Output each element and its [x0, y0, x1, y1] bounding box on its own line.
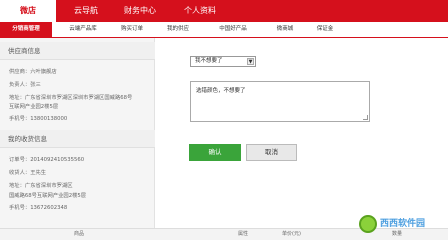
watermark-text: 西西软件园 — [380, 219, 426, 229]
tab-cloud-nav[interactable]: 云导航 — [62, 0, 110, 22]
supplier-name: 供应商：六叶旗舰店 — [9, 69, 57, 75]
site-watermark: 西西软件园 — [359, 214, 447, 236]
subnav-my-supply[interactable]: 我的供应 — [160, 22, 196, 37]
resize-grip-icon[interactable] — [363, 115, 368, 120]
tab-profile[interactable]: 个人资料 — [172, 0, 228, 22]
col-attribute: 属性 — [238, 231, 249, 237]
sub-nav: 分销商管理 云端产品库 购买订单 我的供应 中国好产品 微商城 保证金 — [0, 22, 448, 38]
top-nav: 微店 云导航 财务中心 个人资料 — [0, 0, 448, 22]
tab-weidian[interactable]: 微店 — [0, 0, 56, 22]
subnav-distributor-mgmt[interactable]: 分销商管理 — [0, 22, 52, 37]
receiver-address-line2: 国威路68号互联网产业园2楼5层 — [9, 193, 87, 199]
subnav-deposit[interactable]: 保证金 — [308, 22, 342, 37]
reason-textarea[interactable]: 选错颜色，不想要了 — [190, 81, 370, 122]
subnav-wei-mall[interactable]: 微商城 — [268, 22, 302, 37]
chevron-down-icon[interactable]: ▼ — [247, 58, 254, 65]
supplier-address-line2: 互联网产业园2楼5层 — [9, 104, 59, 110]
refund-form: 我不想要了 ▼ 选错颜色，不想要了 确认 取消 — [156, 38, 448, 228]
subnav-china-good-products[interactable]: 中国好产品 — [210, 22, 256, 37]
col-product: 商品 — [74, 231, 85, 237]
receiver-phone: 手机号：13672602348 — [9, 205, 68, 211]
watermark-logo-icon — [359, 215, 377, 233]
supplier-info-title: 供应商信息 — [0, 42, 155, 60]
receiver-order-no: 订单号：2014092410535560 — [9, 157, 85, 163]
reason-select[interactable]: 我不想要了 ▼ — [190, 56, 256, 67]
col-unit-price: 单价(元) — [282, 231, 301, 237]
receiver-info-title: 我的收货信息 — [0, 130, 155, 148]
reason-select-value: 我不想要了 — [195, 58, 223, 64]
reason-textarea-value: 选错颜色，不想要了 — [196, 88, 246, 94]
supplier-phone: 手机号：13800138000 — [9, 116, 68, 122]
supplier-contact: 负责人：张三 — [9, 82, 41, 88]
receiver-address-line1: 地址：广东省深圳市罗湖区 — [9, 183, 73, 189]
subnav-cloud-products[interactable]: 云端产品库 — [58, 22, 108, 37]
receiver-name: 收货人：王先生 — [9, 170, 47, 176]
supplier-address-line1: 地址：广东省深圳市罗湖区深圳市罗湖区国威路68号 — [9, 95, 133, 101]
confirm-button[interactable]: 确认 — [189, 144, 241, 161]
info-sidebar: 供应商信息 供应商：六叶旗舰店 负责人：张三 地址：广东省深圳市罗湖区深圳市罗湖… — [0, 38, 155, 228]
subnav-purchase-orders[interactable]: 购买订单 — [112, 22, 152, 37]
tab-finance-center[interactable]: 财务中心 — [112, 0, 168, 22]
cancel-button[interactable]: 取消 — [246, 144, 297, 161]
